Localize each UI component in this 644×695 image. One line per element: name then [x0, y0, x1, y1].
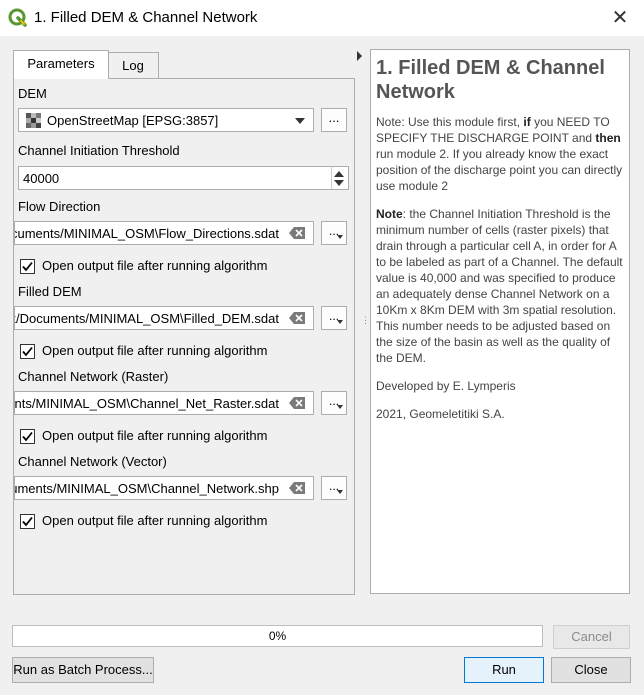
threshold-value: 40000	[23, 171, 60, 186]
filled-dem-menu-button[interactable]: ...	[321, 306, 347, 330]
checkbox-checked[interactable]	[20, 514, 35, 529]
flow-direction-path-input[interactable]: cuments/MINIMAL_OSM\Flow_Directions.sdat	[14, 221, 314, 245]
spin-up-icon[interactable]	[334, 171, 344, 177]
chevron-down-icon	[337, 235, 343, 239]
channel-raster-label: Channel Network (Raster)	[18, 369, 169, 384]
filled-dem-path: k/Documents/MINIMAL_OSM\Filled_DEM.sdat	[14, 311, 279, 326]
spin-down-icon[interactable]	[334, 180, 344, 186]
clear-field-icon[interactable]	[289, 397, 305, 409]
tab-parameters[interactable]: Parameters	[13, 50, 109, 79]
checkbox-checked[interactable]	[20, 344, 35, 359]
threshold-spinbox[interactable]: 40000	[18, 166, 349, 190]
help-title: 1. Filled DEM & Channel Network	[376, 57, 605, 103]
dem-browse-button[interactable]: ...	[321, 108, 347, 132]
qgis-logo-icon	[8, 8, 27, 27]
clear-field-icon[interactable]	[289, 227, 305, 239]
close-icon[interactable]: ✕	[608, 6, 632, 30]
checkmark-icon	[22, 431, 33, 442]
splitter-handle[interactable]: ⋮	[361, 316, 370, 325]
clear-field-icon[interactable]	[289, 482, 305, 494]
help-panel: 1. Filled DEM & Channel Network Note: Us…	[370, 49, 630, 594]
help-copyright: 2021, Geomeletitiki S.A.	[376, 407, 505, 421]
run-as-batch-button[interactable]: Run as Batch Process...	[12, 657, 154, 683]
parameters-panel: DEM OpenStreetMap [EPSG:3857] ... Channe…	[13, 78, 355, 595]
channel-vector-label: Channel Network (Vector)	[18, 454, 167, 469]
checkbox-checked[interactable]	[20, 429, 35, 444]
channel-raster-path-input[interactable]: ents/MINIMAL_OSM\Channel_Net_Raster.sdat	[14, 391, 314, 415]
dem-select-value: OpenStreetMap [EPSG:3857]	[47, 113, 219, 128]
help-paragraph-1: Note: Use this module first, if you NEED…	[376, 115, 623, 193]
chevron-down-icon	[295, 118, 305, 124]
threshold-label: Channel Initiation Threshold	[18, 143, 180, 158]
chevron-down-icon	[337, 320, 343, 324]
checkmark-icon	[22, 516, 33, 527]
channel-vector-path-input[interactable]: uments/MINIMAL_OSM\Channel_Network.shp	[14, 476, 314, 500]
dem-label: DEM	[18, 86, 47, 101]
window-title: 1. Filled DEM & Channel Network	[34, 9, 258, 26]
close-button[interactable]: Close	[551, 657, 631, 683]
chevron-down-icon	[337, 405, 343, 409]
raster-layer-icon	[26, 113, 41, 128]
channel-raster-menu-button[interactable]: ...	[321, 391, 347, 415]
checkbox-checked[interactable]	[20, 259, 35, 274]
cancel-button[interactable]: Cancel	[553, 625, 630, 649]
flow-direction-label: Flow Direction	[18, 199, 101, 214]
chevron-down-icon	[337, 490, 343, 494]
channel-vector-menu-button[interactable]: ...	[321, 476, 347, 500]
help-paragraph-2: Note: the Channel Initiation Threshold i…	[376, 207, 623, 365]
run-button[interactable]: Run	[464, 657, 544, 683]
title-bar: 1. Filled DEM & Channel Network ✕	[0, 0, 644, 36]
flow-direction-path: cuments/MINIMAL_OSM\Flow_Directions.sdat	[14, 226, 279, 241]
channel-raster-path: ents/MINIMAL_OSM\Channel_Net_Raster.sdat	[14, 396, 279, 411]
help-credit: Developed by E. Lymperis	[376, 379, 516, 393]
filled-dem-label: Filled DEM	[18, 284, 82, 299]
tab-log[interactable]: Log	[107, 52, 159, 79]
progress-bar: 0%	[12, 625, 543, 647]
dem-select[interactable]: OpenStreetMap [EPSG:3857]	[18, 108, 314, 132]
filled-dem-path-input[interactable]: k/Documents/MINIMAL_OSM\Filled_DEM.sdat	[14, 306, 314, 330]
collapse-help-arrow-icon[interactable]	[357, 51, 362, 61]
checkmark-icon	[22, 261, 33, 272]
channel-vector-path: uments/MINIMAL_OSM\Channel_Network.shp	[14, 481, 279, 496]
flow-direction-menu-button[interactable]: ...	[321, 221, 347, 245]
checkmark-icon	[22, 346, 33, 357]
clear-field-icon[interactable]	[289, 312, 305, 324]
